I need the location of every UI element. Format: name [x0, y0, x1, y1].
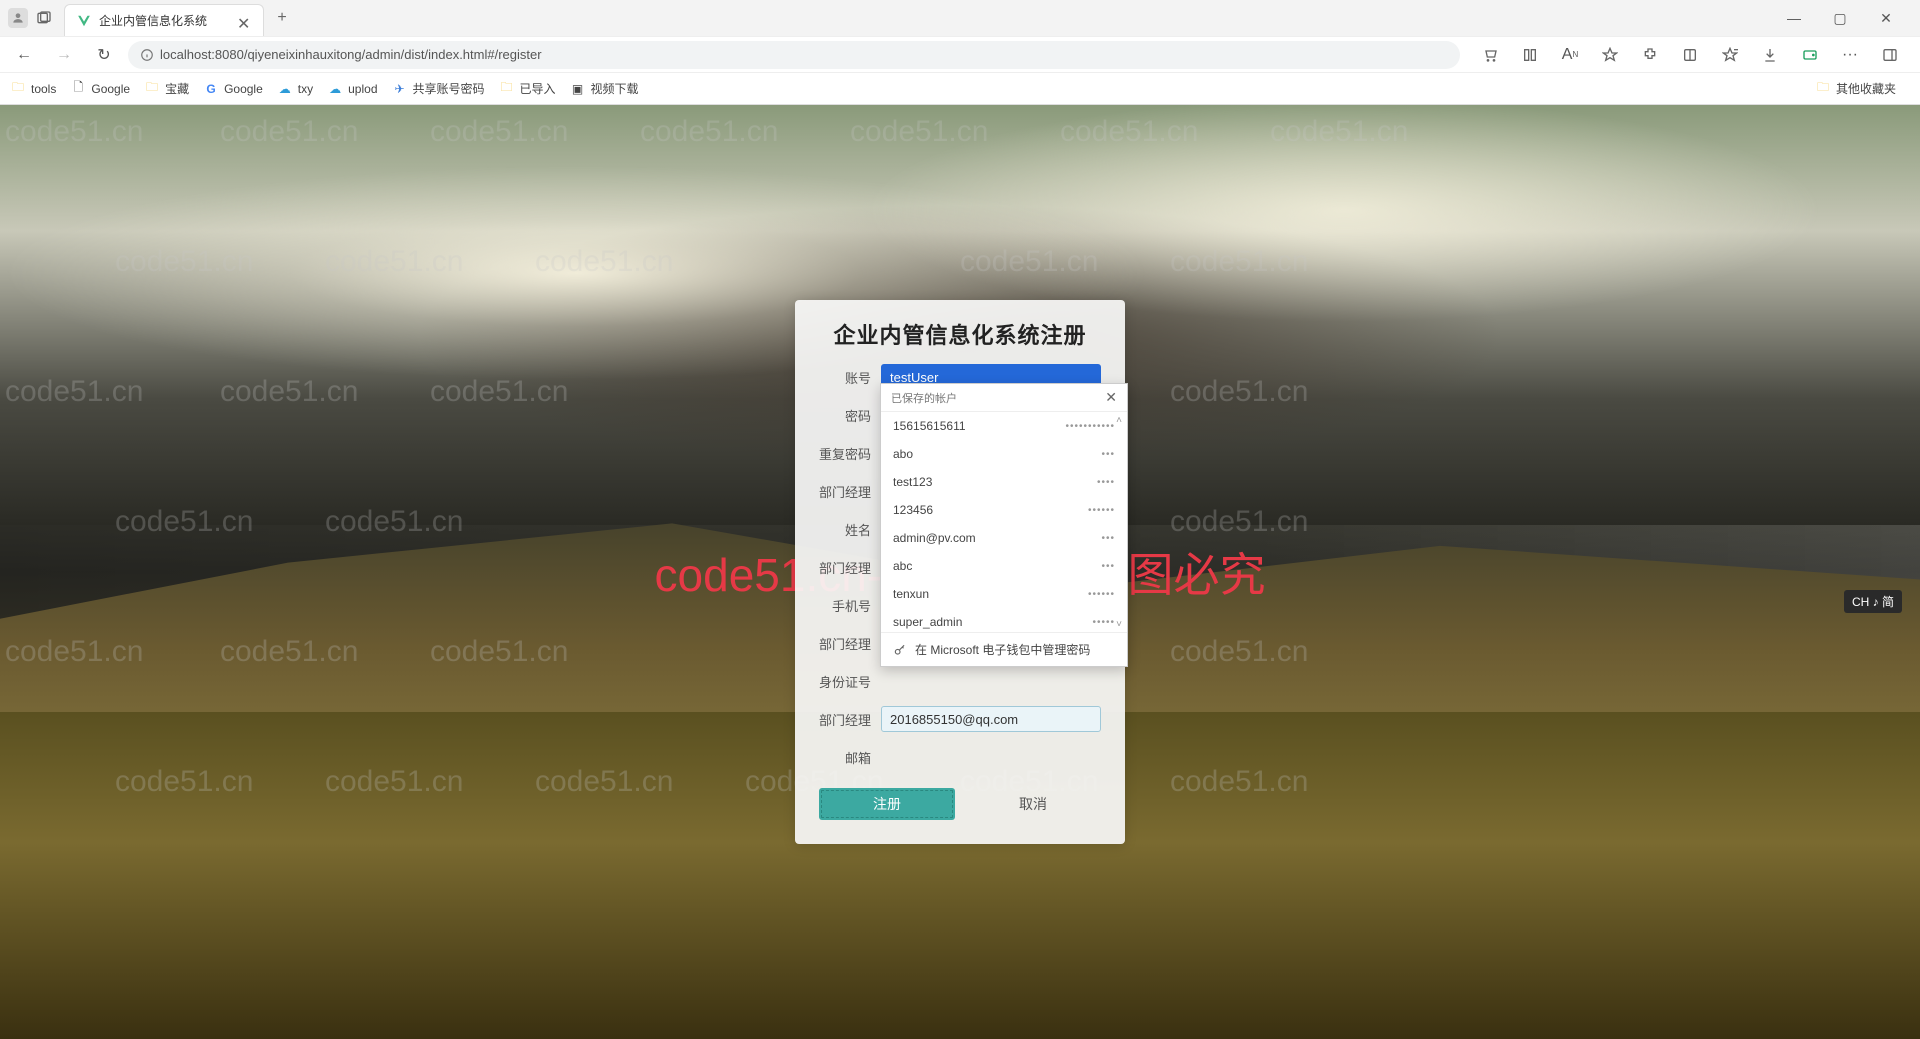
autofill-list: ˄ 15615615611••••••••••• abo••• test123•… — [881, 412, 1127, 632]
cloud-icon: ☁ — [277, 81, 293, 97]
autofill-close-icon[interactable]: ✕ — [1105, 389, 1117, 406]
autofill-item[interactable]: admin@pv.com••• — [881, 524, 1127, 552]
bookmark-treasure[interactable]: 🗀宝藏 — [144, 80, 189, 97]
url-input[interactable]: localhost:8080/qiyeneixinhauxitong/admin… — [128, 41, 1460, 69]
wallet-icon[interactable] — [1796, 41, 1824, 69]
site-info-icon[interactable] — [140, 48, 154, 62]
favorite-icon[interactable] — [1596, 41, 1624, 69]
profile-icon[interactable] — [8, 8, 28, 28]
label-name: 姓名 — [819, 520, 881, 539]
reader-icon[interactable] — [1516, 41, 1544, 69]
new-tab-button[interactable]: + — [268, 4, 296, 32]
autofill-item[interactable]: super_admin••••• — [881, 608, 1127, 632]
bookmark-tools[interactable]: 🗀tools — [10, 81, 56, 97]
window-controls: — ▢ ✕ — [1780, 4, 1912, 32]
manager4-input[interactable] — [881, 706, 1101, 732]
shopping-icon[interactable] — [1476, 41, 1504, 69]
key-icon — [893, 643, 907, 657]
bookmark-video-download[interactable]: ▣视频下载 — [570, 80, 639, 97]
text-style-icon[interactable]: AN — [1556, 41, 1584, 69]
label-manager1: 部门经理 — [819, 482, 881, 501]
play-icon: ▣ — [570, 81, 586, 97]
downloads-icon[interactable] — [1756, 41, 1784, 69]
ime-badge[interactable]: CH ♪ 简 — [1844, 590, 1902, 613]
page-title: 企业内管信息化系统注册 — [819, 318, 1101, 350]
minimize-button[interactable]: — — [1780, 4, 1808, 32]
autofill-item[interactable]: abo••• — [881, 440, 1127, 468]
autofill-item[interactable]: 15615615611••••••••••• — [881, 412, 1127, 440]
sidebar-toggle-icon[interactable] — [1876, 41, 1904, 69]
browser-tab[interactable]: 企业内管信息化系统 ✕ — [64, 4, 264, 36]
tab-group-icon[interactable] — [36, 8, 56, 28]
label-manager3: 部门经理 — [819, 634, 881, 653]
autofill-item[interactable]: test123•••• — [881, 468, 1127, 496]
scroll-down-icon[interactable]: ˅ — [1113, 618, 1125, 630]
maximize-button[interactable]: ▢ — [1826, 4, 1854, 32]
nav-reload-button[interactable]: ↻ — [88, 39, 120, 71]
label-manager4: 部门经理 — [819, 710, 881, 729]
bookmark-uplod[interactable]: ☁uplod — [327, 81, 377, 97]
label-password: 密码 — [819, 406, 881, 425]
cancel-button[interactable]: 取消 — [965, 788, 1101, 820]
cloud-icon: ☁ — [327, 81, 343, 97]
url-text: localhost:8080/qiyeneixinhauxitong/admin… — [160, 47, 542, 62]
label-phone: 手机号 — [819, 596, 881, 615]
bookmark-shared-pwd[interactable]: ✈共享账号密码 — [392, 80, 485, 97]
page-icon: 🗋 — [70, 81, 86, 97]
folder-icon: 🗀 — [499, 81, 515, 97]
google-icon: G — [203, 81, 219, 97]
tab-bar: 企业内管信息化系统 ✕ + — ▢ ✕ — [0, 0, 1920, 36]
folder-icon: 🗀 — [1815, 81, 1831, 97]
tab-close-icon[interactable]: ✕ — [237, 14, 251, 28]
folder-icon: 🗀 — [10, 81, 26, 97]
label-email: 邮箱 — [819, 748, 881, 767]
fly-icon: ✈ — [392, 81, 408, 97]
autofill-manage-link[interactable]: 在 Microsoft 电子钱包中管理密码 — [881, 632, 1127, 666]
more-icon[interactable]: ··· — [1836, 41, 1864, 69]
label-idcard: 身份证号 — [819, 672, 881, 691]
nav-forward-button: → — [48, 39, 80, 71]
toolbar-right-icons: AN ··· — [1468, 41, 1912, 69]
autofill-header-text: 已保存的帐户 — [891, 390, 957, 406]
bookmark-google[interactable]: GGoogle — [203, 81, 263, 97]
close-window-button[interactable]: ✕ — [1872, 4, 1900, 32]
autofill-item[interactable]: abc••• — [881, 552, 1127, 580]
bookmark-google-page[interactable]: 🗋Google — [70, 81, 130, 97]
autofill-item[interactable]: tenxun•••••• — [881, 580, 1127, 608]
label-manager2: 部门经理 — [819, 558, 881, 577]
label-account: 账号 — [819, 368, 881, 387]
tab-title: 企业内管信息化系统 — [99, 12, 237, 29]
vue-favicon-icon — [77, 14, 91, 28]
nav-back-button[interactable]: ← — [8, 39, 40, 71]
bookmark-bar: 🗀tools 🗋Google 🗀宝藏 GGoogle ☁txy ☁uplod ✈… — [0, 72, 1920, 104]
bookmark-imported[interactable]: 🗀已导入 — [499, 80, 556, 97]
address-bar: ← → ↻ localhost:8080/qiyeneixinhauxitong… — [0, 36, 1920, 72]
extensions-icon[interactable] — [1636, 41, 1664, 69]
autofill-item[interactable]: 123456•••••• — [881, 496, 1127, 524]
page-viewport: code51.cn code51.cn code51.cn code51.cn … — [0, 105, 1920, 1039]
collections-icon[interactable] — [1676, 41, 1704, 69]
folder-icon: 🗀 — [144, 81, 160, 97]
scroll-up-icon[interactable]: ˄ — [1113, 414, 1125, 426]
label-repeat: 重复密码 — [819, 444, 881, 463]
register-button[interactable]: 注册 — [819, 788, 955, 820]
autofill-header: 已保存的帐户 ✕ — [881, 384, 1127, 412]
browser-chrome: 企业内管信息化系统 ✕ + — ▢ ✕ ← → ↻ localhost:8080… — [0, 0, 1920, 105]
other-bookmarks[interactable]: 🗀其他收藏夹 — [1815, 80, 1910, 97]
favorites-bar-icon[interactable] — [1716, 41, 1744, 69]
bookmark-txy[interactable]: ☁txy — [277, 81, 313, 97]
autofill-popup: 已保存的帐户 ✕ ˄ 15615615611••••••••••• abo•••… — [880, 383, 1128, 667]
